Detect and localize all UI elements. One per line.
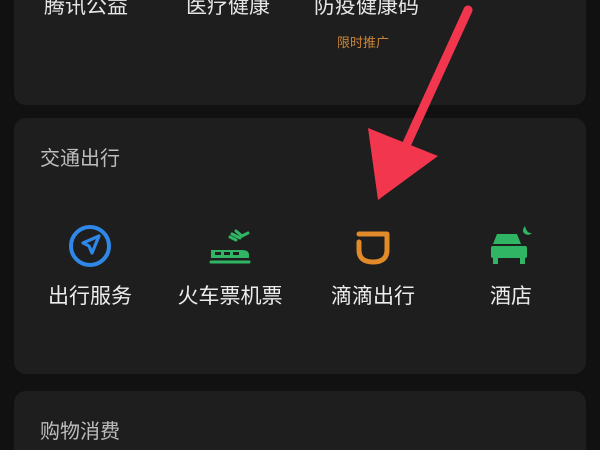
travel-service-label: 出行服务 (48, 284, 132, 308)
medical-health-item[interactable]: 医疗健康 (186, 0, 270, 20)
didi-label: 滴滴出行 (331, 284, 415, 308)
travel-service-button[interactable]: 出行服务 (23, 222, 157, 310)
hotel-label: 酒店 (490, 284, 532, 308)
tencent-charity-item[interactable]: 腾讯公益 (44, 0, 128, 20)
section-title-shopping: 购物消费 (40, 419, 120, 443)
shopping-card: 购物消费 (14, 391, 586, 450)
section-title-transport: 交通出行 (40, 146, 120, 170)
health-code-item[interactable]: 防疫健康码 (314, 0, 419, 20)
screen: 腾讯公益 医疗健康 防疫健康码 限时推广 交通出行 出行服务 火车票机票 滴滴出… (0, 0, 600, 450)
promo-badge: 限时推广 (337, 36, 390, 51)
navigation-icon (69, 225, 111, 267)
train-plane-icon (209, 229, 251, 264)
train-plane-ticket-label: 火车票机票 (177, 284, 283, 308)
train-plane-ticket-button[interactable]: 火车票机票 (163, 222, 297, 310)
tencent-charity-label: 腾讯公益 (44, 0, 128, 18)
hotel-button[interactable]: 酒店 (444, 222, 578, 310)
services-card-top: 腾讯公益 医疗健康 防疫健康码 限时推广 (14, 0, 586, 105)
didi-icon (356, 231, 390, 265)
transport-card: 交通出行 出行服务 火车票机票 滴滴出行 酒店 (14, 118, 586, 374)
didi-button[interactable]: 滴滴出行 (306, 222, 440, 310)
medical-health-label: 医疗健康 (186, 0, 270, 18)
hotel-bed-icon (491, 226, 532, 264)
health-code-label: 防疫健康码 (314, 0, 419, 18)
